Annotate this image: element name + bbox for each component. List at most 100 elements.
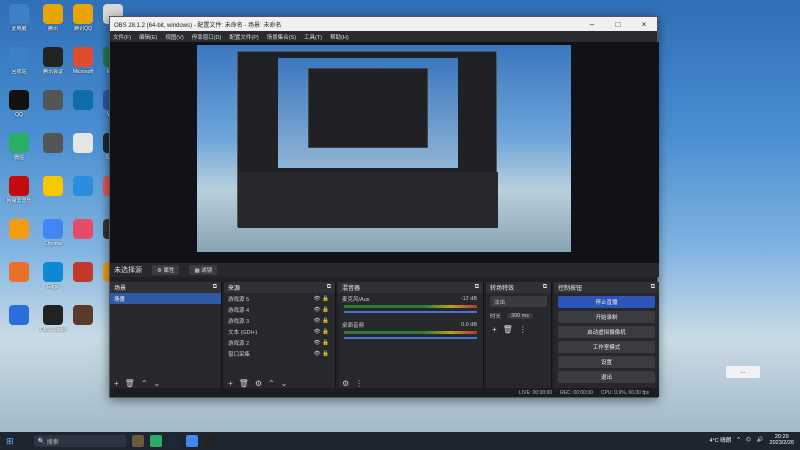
more-icon[interactable]: ⋮ [519, 325, 527, 334]
add-icon[interactable]: + [228, 379, 233, 388]
network-icon[interactable]: ⌬ [746, 437, 751, 443]
dock-menu-icon[interactable]: ⧉ [475, 284, 479, 291]
chevron-down-icon[interactable]: ⌄ [281, 379, 288, 388]
chevron-down-icon[interactable]: ⌄ [154, 379, 161, 388]
menu-edit[interactable]: 编辑(E) [139, 33, 157, 41]
desktop-icon[interactable] [3, 305, 35, 327]
dock-menu-icon[interactable]: ⧉ [543, 284, 547, 291]
visibility-lock-icon[interactable]: 👁 🔒 [314, 296, 329, 302]
chevron-up-icon[interactable]: ⌃ [268, 379, 275, 388]
start-virtual-camera-button[interactable]: 启动虚拟摄像机 [558, 326, 655, 338]
desktop-icon[interactable] [3, 262, 35, 284]
transition-select[interactable]: 淡出 [490, 296, 547, 307]
studio-mode-button[interactable]: 工作室模式 [558, 341, 655, 353]
desktop-icon[interactable] [67, 176, 99, 198]
source-item[interactable]: 游戏源 2 👁 🔒 [224, 337, 335, 348]
preview-canvas[interactable] [197, 45, 571, 252]
trash-icon[interactable]: 🗑 [125, 379, 135, 388]
menu-file[interactable]: 文件(F) [113, 33, 131, 41]
desktop-icon[interactable] [67, 262, 99, 284]
source-item[interactable]: 窗口采集 👁 🔒 [224, 348, 335, 359]
visibility-lock-icon[interactable]: 👁 🔒 [314, 340, 329, 346]
menu-scene-collection[interactable]: 场景集合(S) [267, 33, 296, 41]
settings-button[interactable]: 设置 [558, 356, 655, 368]
chrome-taskbar-icon[interactable] [185, 435, 198, 447]
more-icon[interactable]: ⋮ [355, 379, 363, 388]
controls-dock: 控制按钮 ⧉ 停止直播 开始录制 启动虚拟摄像机 工作室模式 设置 退出 [554, 282, 659, 390]
up-arrow-icon[interactable]: ^ [737, 437, 740, 443]
trash-icon[interactable]: 🗑 [239, 379, 249, 388]
visibility-lock-icon[interactable]: 👁 🔒 [314, 318, 329, 324]
windows-start-icon[interactable]: ⊞ [6, 436, 14, 447]
volume-icon[interactable]: 🔊 [757, 437, 764, 443]
desktop-icon[interactable] [37, 133, 69, 155]
desktop-icon[interactable]: 腾讯QQ [67, 4, 99, 32]
dock-menu-icon[interactable]: ⧉ [651, 284, 655, 291]
chevron-up-icon[interactable]: ⌃ [141, 379, 148, 388]
wechat-taskbar-icon[interactable] [149, 435, 162, 447]
menu-bar: 文件(F) 编辑(E) 视图(V) 停靠窗口(D) 配置文件(P) 场景集合(S… [110, 31, 657, 42]
desktop-icon[interactable]: 回收站 [3, 47, 35, 75]
menu-tools[interactable]: 工具(T) [304, 33, 322, 41]
properties-button[interactable]: ⚙ 属性 [152, 265, 180, 275]
desktop-icon[interactable] [67, 133, 99, 155]
desktop-icon[interactable] [67, 219, 99, 241]
menu-help[interactable]: 帮助(H) [330, 33, 349, 41]
desktop-icon[interactable]: 此电脑 [3, 4, 35, 32]
desktop-icon[interactable]: OBS Studio [37, 305, 69, 333]
menu-view[interactable]: 视图(V) [165, 33, 183, 41]
visibility-lock-icon[interactable]: 👁 🔒 [314, 329, 329, 335]
close-icon[interactable]: × [631, 20, 657, 29]
task-view-icon[interactable] [131, 435, 144, 447]
dock-menu-icon[interactable]: ⧉ [327, 284, 331, 291]
dock-menu-icon[interactable]: ⧉ [213, 284, 217, 291]
trash-icon[interactable]: 🗑 [503, 325, 513, 334]
add-icon[interactable]: + [492, 325, 497, 334]
weather-widget[interactable]: 4°C 晴朗 [710, 436, 732, 444]
minimize-icon[interactable]: – [579, 20, 605, 29]
desktop-icon[interactable]: 微信 [3, 133, 35, 161]
source-item[interactable]: 文本 (GDI+) 👁 🔒 [224, 326, 335, 337]
steam-taskbar-icon[interactable] [167, 435, 180, 447]
desktop-icon[interactable] [37, 90, 69, 112]
source-item[interactable]: 游戏源 3 👁 🔒 [224, 315, 335, 326]
title-bar[interactable]: OBS 28.1.2 (64-bit, windows) - 配置文件: 未命名… [110, 17, 657, 31]
preview-area[interactable] [110, 42, 659, 275]
desktop-icon-label: Chrome [44, 241, 62, 247]
desktop-icon[interactable]: Microsoft [67, 47, 99, 75]
desktop-icon[interactable]: Edge [37, 262, 69, 290]
gear-icon[interactable]: ⚙ [342, 379, 349, 388]
desktop-icon[interactable] [3, 219, 35, 241]
desktop-icon[interactable] [67, 90, 99, 112]
desktop-icon[interactable]: 网易云音乐 [3, 176, 35, 204]
gear-icon[interactable]: ⚙ [255, 379, 262, 388]
visibility-lock-icon[interactable]: 👁 🔒 [314, 307, 329, 313]
start-recording-button[interactable]: 开始录制 [558, 311, 655, 323]
obs-taskbar-icon[interactable] [203, 435, 216, 447]
desktop-icon[interactable] [37, 176, 69, 198]
add-icon[interactable]: + [114, 379, 119, 388]
filters-button[interactable]: ▦ 滤镜 [189, 265, 218, 275]
menu-docks[interactable]: 停靠窗口(D) [192, 33, 222, 41]
taskbar-search[interactable]: 🔍 搜索 [33, 435, 126, 447]
desktop-icon[interactable]: QQ [3, 90, 35, 118]
desktop-icon[interactable]: 腾讯会议 [37, 47, 69, 75]
exit-button[interactable]: 退出 [558, 371, 655, 383]
clock[interactable]: 20:29 2023/2/26 [770, 434, 794, 446]
scene-item[interactable]: 场景 [110, 293, 221, 304]
visibility-lock-icon[interactable]: 👁 🔒 [314, 351, 329, 357]
app-icon [43, 133, 63, 153]
volume-slider[interactable] [344, 311, 477, 313]
volume-slider[interactable] [344, 337, 477, 339]
desktop-icon[interactable] [67, 305, 99, 327]
mixer-footer: ⚙ ⋮ [342, 379, 363, 388]
source-item[interactable]: 游戏源 5 👁 🔒 [224, 293, 335, 304]
maximize-icon[interactable]: □ [605, 20, 631, 29]
menu-profile[interactable]: 配置文件(P) [229, 33, 258, 41]
stop-streaming-button[interactable]: 停止直播 [558, 296, 655, 308]
desktop-icon[interactable]: Chrome [37, 219, 69, 247]
notification-toast[interactable]: ... [726, 366, 760, 378]
source-item[interactable]: 游戏源 4 👁 🔒 [224, 304, 335, 315]
desktop-icon[interactable]: 腾讯 [37, 4, 69, 32]
duration-input[interactable]: 300 ms [507, 312, 534, 319]
